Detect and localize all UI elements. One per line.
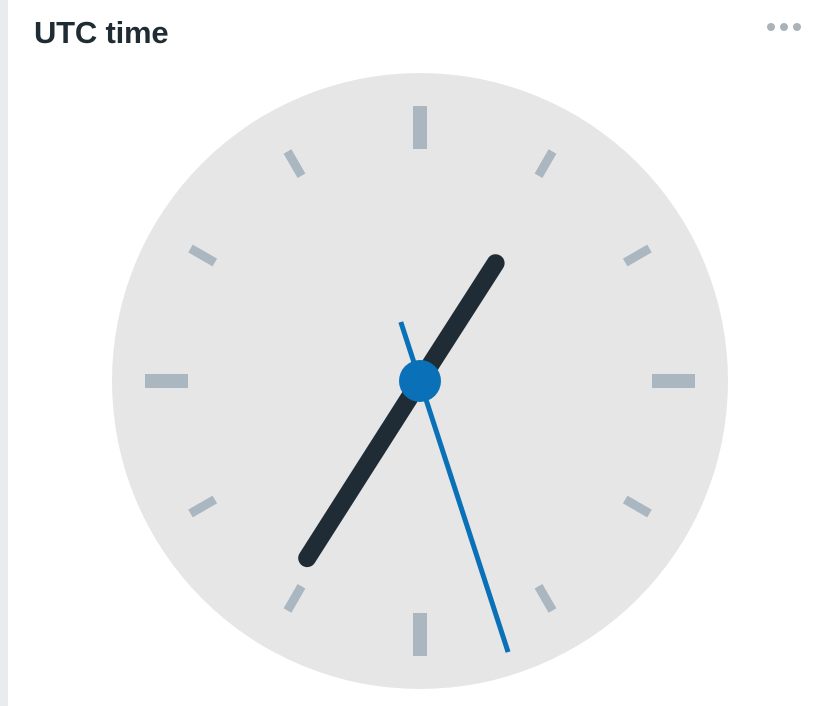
more-options-icon[interactable] bbox=[760, 12, 808, 42]
clock-container bbox=[104, 72, 736, 696]
menu-dot bbox=[780, 23, 788, 31]
center-dot bbox=[399, 360, 441, 402]
menu-dot bbox=[793, 23, 801, 31]
menu-dot bbox=[767, 23, 775, 31]
widget-header: UTC time bbox=[34, 14, 810, 54]
utc-time-widget: UTC time bbox=[0, 0, 820, 706]
widget-title: UTC time bbox=[34, 15, 169, 50]
analog-clock bbox=[112, 73, 728, 689]
